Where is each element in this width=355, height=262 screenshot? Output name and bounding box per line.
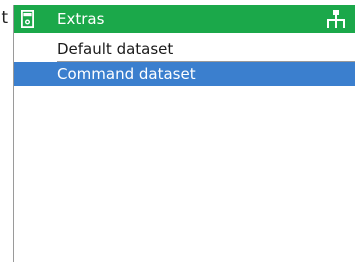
- menu-item-label: Command dataset: [57, 65, 196, 83]
- device-icon: [21, 10, 34, 28]
- device-screen: Extras Default dataset Command dataset: [13, 5, 355, 262]
- header-bar: Extras: [14, 5, 355, 33]
- page: t Extras Default dataset Command dataset: [0, 0, 355, 262]
- menu-item-default-dataset[interactable]: Default dataset: [57, 38, 355, 62]
- menu-item-command-dataset[interactable]: Command dataset: [14, 62, 355, 86]
- menu-tree-icon[interactable]: [326, 9, 346, 29]
- menu-list: Default dataset Command dataset: [14, 38, 355, 86]
- header-title: Extras: [57, 10, 105, 28]
- clipped-text: t: [1, 8, 8, 28]
- menu-item-label: Default dataset: [57, 40, 174, 58]
